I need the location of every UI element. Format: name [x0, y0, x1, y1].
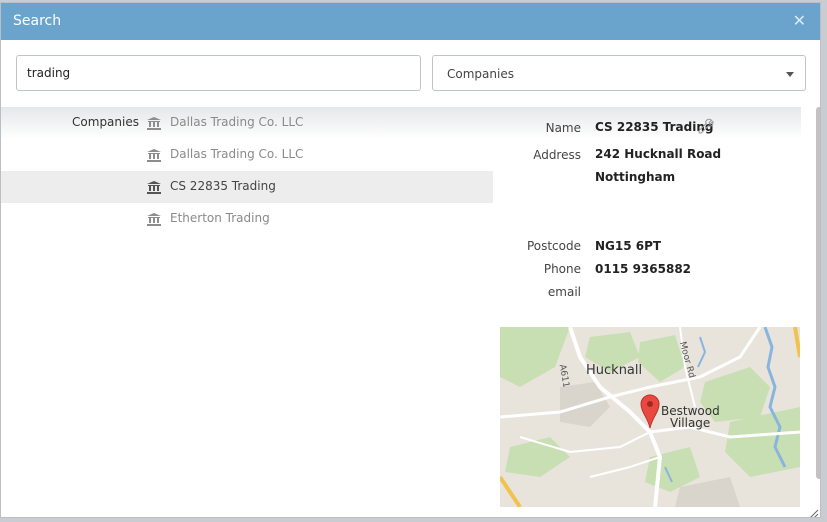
result-name: Etherton Trading: [170, 211, 270, 225]
type-select[interactable]: Companies: [432, 55, 806, 91]
result-row[interactable]: Etherton Trading: [1, 203, 493, 235]
bank-icon: [147, 149, 161, 162]
scrollbar[interactable]: [816, 107, 820, 479]
bank-icon: [147, 117, 161, 130]
result-name: Dallas Trading Co. LLC: [170, 147, 304, 161]
result-row-selected[interactable]: CS 22835 Trading: [1, 171, 493, 203]
dialog-titlebar: Search ✕: [1, 3, 820, 40]
address-line1: 242 Hucknall Road: [595, 147, 722, 161]
bank-icon: [147, 213, 161, 226]
result-row[interactable]: Dallas Trading Co. LLC: [1, 139, 493, 171]
search-input[interactable]: [16, 55, 421, 91]
location-map[interactable]: Hucknall Bestwood Village A611 Moor Rd: [500, 327, 800, 507]
results-list: Companies Dallas Trading Co. LLC Dallas …: [1, 107, 493, 235]
postcode-value: NG15 6PT: [595, 239, 662, 253]
result-row[interactable]: Companies Dallas Trading Co. LLC: [1, 107, 493, 139]
result-name: Dallas Trading Co. LLC: [170, 115, 304, 129]
postcode-label: Postcode: [526, 239, 581, 253]
resize-grip-icon[interactable]: [807, 507, 819, 518]
name-value: CS 22835 Trading: [595, 120, 714, 134]
bank-icon: [147, 181, 161, 194]
close-icon[interactable]: ✕: [793, 11, 806, 30]
search-dialog: Search ✕ Companies Companies Dallas Trad…: [0, 2, 821, 518]
dialog-title: Search: [13, 13, 62, 29]
phone-label: Phone: [543, 262, 581, 276]
wrench-icon[interactable]: [698, 118, 714, 134]
phone-value: 0115 9365882: [595, 262, 692, 276]
caret-down-icon: [786, 72, 794, 77]
map-label-village: Village: [670, 416, 711, 430]
type-select-value: Companies: [447, 67, 514, 81]
name-label: Name: [545, 121, 581, 135]
email-label: email: [547, 285, 581, 299]
map-label-hucknall: Hucknall: [586, 363, 643, 378]
results-group-label: Companies: [72, 115, 139, 129]
result-name: CS 22835 Trading: [170, 179, 276, 193]
address-label: Address: [533, 148, 581, 162]
map-pin-icon[interactable]: [640, 394, 660, 429]
address-line2: Nottingham: [595, 170, 676, 184]
company-details: Name CS 22835 Trading Address 242 Huckna…: [501, 107, 801, 307]
